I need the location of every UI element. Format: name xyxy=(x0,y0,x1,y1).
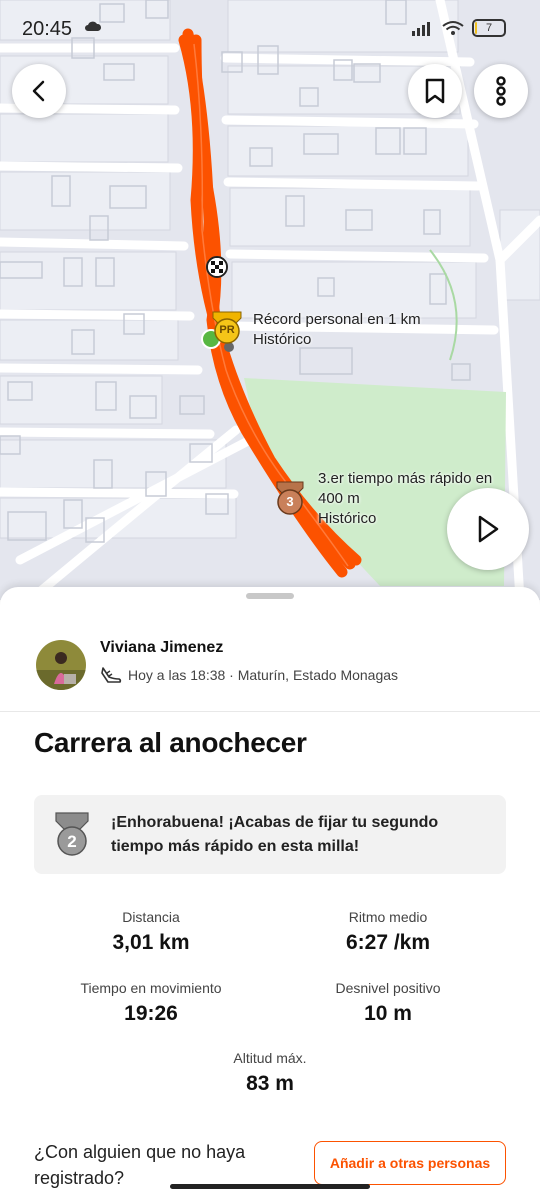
more-vertical-icon xyxy=(496,76,506,106)
avatar[interactable] xyxy=(36,640,86,690)
silver-medal-icon: 2 xyxy=(50,811,94,862)
bookmark-icon xyxy=(425,78,445,104)
stat-distance-value: 3,01 km xyxy=(112,931,190,954)
stat-moving-time-label: Tiempo en movimiento xyxy=(80,980,222,996)
status-time: 20:45 xyxy=(22,18,73,40)
pr-segment-title: Récord personal en 1 km xyxy=(253,311,421,328)
athlete-name[interactable]: Viviana Jimenez xyxy=(100,639,223,657)
stat-distance: Distancia 3,01 km xyxy=(31,909,271,955)
achievement-banner[interactable]: 2 ¡Enhorabuena! ¡Acabas de fijar tu segu… xyxy=(34,795,506,874)
achievement-text: ¡Enhorabuena! ¡Acabas de fijar tu segund… xyxy=(111,814,439,855)
stat-max-altitude: Altitud máx. 83 m xyxy=(150,1050,390,1096)
finish-flag-icon xyxy=(206,256,228,278)
pr-badge-icon[interactable]: PR xyxy=(211,310,243,344)
battery-text: 7 xyxy=(485,22,493,34)
sheet-drag-handle[interactable] xyxy=(246,593,294,599)
silver-medal-text: 2 xyxy=(67,832,77,851)
pr-segment-subtitle: Histórico xyxy=(253,331,312,348)
third-segment-title-1: 3.er tiempo más rápido en xyxy=(318,470,493,487)
battery-icon: 7 xyxy=(472,19,506,37)
more-options-button[interactable] xyxy=(474,64,528,118)
chevron-left-icon xyxy=(32,80,45,102)
shoe-icon xyxy=(101,667,122,683)
pr-badge-text: PR xyxy=(219,324,235,336)
bookmark-button[interactable] xyxy=(408,64,462,118)
stat-elevation-value: 10 m xyxy=(364,1002,412,1025)
stat-moving-time-value: 19:26 xyxy=(124,1002,178,1025)
activity-date-location: Hoy a las 18:38 · Maturín, Estado Monaga… xyxy=(128,667,399,683)
back-button[interactable] xyxy=(12,64,66,118)
stat-elevation-label: Desnivel positivo xyxy=(335,980,441,996)
pr-segment-label[interactable]: Récord personal en 1 km Histórico xyxy=(253,310,421,350)
third-medal-text: 3 xyxy=(286,494,294,509)
stat-max-altitude-value: 83 m xyxy=(246,1072,294,1095)
add-people-button[interactable]: Añadir a otras personas xyxy=(314,1141,506,1185)
home-indicator[interactable] xyxy=(170,1184,370,1189)
status-bar: 20:45 7 xyxy=(0,0,540,56)
stat-distance-label: Distancia xyxy=(122,909,180,925)
stat-max-altitude-label: Altitud máx. xyxy=(233,1050,307,1066)
activity-sheet[interactable]: Viviana Jimenez Hoy a las 18:38 · Maturí… xyxy=(0,587,540,1200)
stat-moving-time: Tiempo en movimiento 19:26 xyxy=(31,980,271,1026)
activity-meta: Hoy a las 18:38 · Maturín, Estado Monaga… xyxy=(100,665,398,685)
cloud-icon xyxy=(85,21,102,31)
third-medal-icon[interactable]: 3 xyxy=(274,480,306,516)
activity-title: Carrera al anochecer xyxy=(34,727,307,758)
stat-pace: Ritmo medio 6:27 /km xyxy=(268,909,508,955)
play-icon xyxy=(478,515,499,543)
divider xyxy=(0,711,540,712)
wifi-icon xyxy=(442,21,464,35)
stat-pace-value: 6:27 /km xyxy=(345,931,431,954)
stat-pace-label: Ritmo medio xyxy=(348,909,428,925)
battery-fill xyxy=(475,22,478,34)
play-flyover-button[interactable] xyxy=(447,488,529,570)
signal-icon xyxy=(412,22,430,36)
stat-elevation: Desnivel positivo 10 m xyxy=(268,980,508,1026)
